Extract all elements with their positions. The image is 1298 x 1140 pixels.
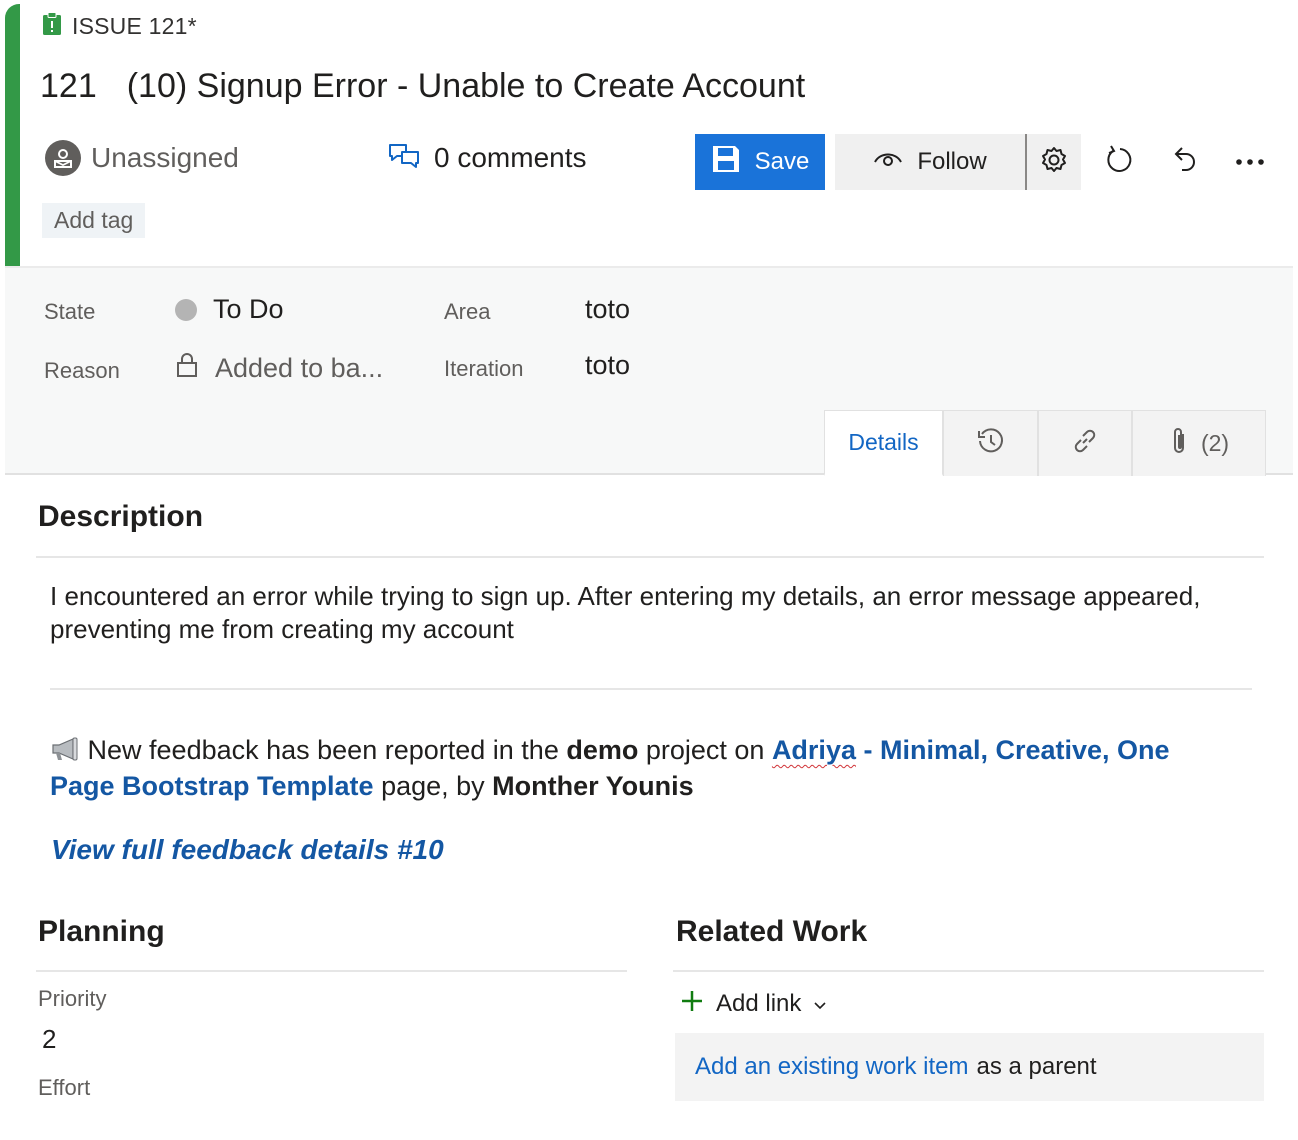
add-parent-suffix: as a parent [976,1053,1097,1080]
person-icon [45,140,81,176]
work-item-type: ISSUE 121* [42,11,197,41]
tab-attachments[interactable]: (2) [1132,410,1266,476]
attachments-count: (2) [1200,430,1230,456]
description-title: Description [38,500,204,533]
page-link-part1: Adriya [771,735,856,765]
related-work-divider [673,970,1264,972]
follow-label: Follow [917,148,987,175]
iteration-value: toto [585,350,631,380]
feedback-mid: project on [638,735,772,765]
comments-link[interactable]: 0 comments [388,138,587,178]
gear-icon [1039,145,1069,180]
comments-icon [388,142,420,175]
plus-icon [680,989,704,1020]
feedback-prefix: New feedback has been reported in the [87,735,567,765]
description-text[interactable]: I encountered an error while trying to s… [50,580,1250,646]
work-item-title[interactable]: (10) Signup Error - Unable to Create Acc… [127,67,805,106]
work-item-header: ISSUE 121* 121 (10) Signup Error - Unabl… [0,0,1298,268]
megaphone-icon [50,735,88,765]
add-link-button[interactable]: Add link [680,987,827,1021]
description-divider [36,556,1264,558]
description-separator [50,688,1252,690]
add-tag-button[interactable]: Add tag [42,203,146,238]
state-indicator-icon [175,298,197,321]
view-feedback-link[interactable]: View full feedback details #10 [51,834,444,866]
paperclip-icon [1169,426,1189,462]
area-value: toto [585,294,631,324]
lock-icon [175,352,199,385]
work-item-id: 121 [40,66,97,105]
related-work-title: Related Work [676,915,868,948]
state-field[interactable]: To Do [175,294,284,325]
reason-value: Added to ba... [215,353,384,383]
priority-value[interactable]: 2 [42,1024,56,1055]
work-item-tabs: Details (2) [824,410,1266,476]
work-item-type-accent [5,4,20,266]
add-link-label: Add link [716,990,802,1017]
refresh-button[interactable] [1097,140,1141,184]
refresh-icon [1103,144,1135,181]
area-label: Area [444,299,491,324]
planning-title: Planning [38,915,165,948]
feedback-message: New feedback has been reported in the de… [50,732,1230,804]
chevron-down-icon [813,990,827,1018]
link-icon [1070,426,1100,462]
more-icon [1235,153,1265,171]
eye-icon [873,148,903,176]
assignee-picker[interactable]: Unassigned [45,138,239,178]
project-name: demo [566,735,639,765]
settings-button[interactable] [1027,134,1081,190]
assignee-name: Unassigned [91,142,239,173]
tab-details-label: Details [848,429,919,455]
state-label: State [44,299,96,324]
tab-history[interactable] [943,410,1038,476]
tab-details[interactable]: Details [824,410,943,476]
undo-button[interactable] [1162,140,1206,184]
add-parent-box: Add an existing work item as a parent [675,1033,1264,1101]
more-actions-button[interactable] [1228,140,1272,184]
follow-button[interactable]: Follow [835,134,1025,190]
clipboard-icon [42,11,62,41]
work-item-type-label: ISSUE 121* [72,12,197,39]
author-name: Monther Younis [492,771,694,801]
reason-field[interactable]: Added to ba... [175,352,383,385]
iteration-field[interactable]: toto [585,350,630,381]
save-label: Save [754,148,810,175]
priority-label: Priority [38,986,107,1011]
reason-label: Reason [44,358,120,383]
tab-links[interactable] [1038,410,1132,476]
area-field[interactable]: toto [585,294,630,325]
title-row: 121 (10) Signup Error - Unable to Create… [40,64,805,108]
history-icon [976,426,1006,462]
feedback-by: page, by [373,771,493,801]
undo-icon [1169,144,1199,181]
comments-count: 0 comments [434,142,587,173]
planning-divider [36,970,627,972]
effort-label: Effort [38,1075,91,1100]
save-icon [711,144,741,181]
add-existing-work-item-link[interactable]: Add an existing work item [695,1053,968,1081]
iteration-label: Iteration [444,356,524,381]
state-value: To Do [213,294,284,324]
save-button[interactable]: Save [695,134,825,190]
